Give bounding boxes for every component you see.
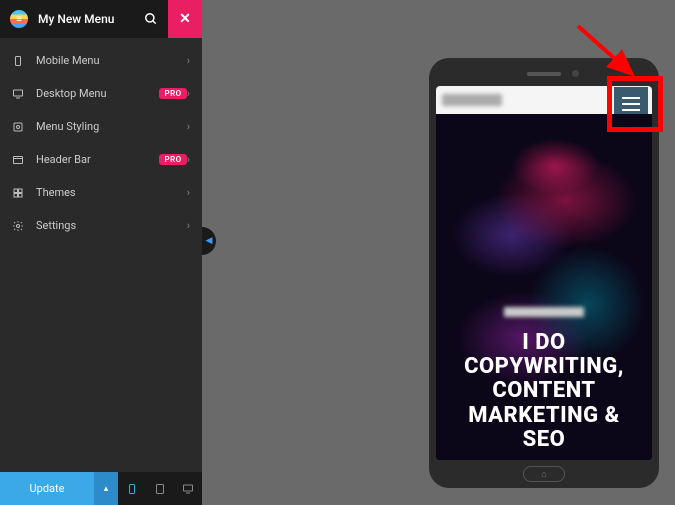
device-desktop-button[interactable] — [174, 472, 202, 505]
device-switcher — [118, 472, 202, 505]
pro-badge: PRO — [159, 88, 186, 99]
chevron-right-icon: › — [187, 87, 190, 100]
hero-line: CONTENT — [492, 378, 595, 403]
desktop-icon — [12, 88, 30, 100]
hero-line: MARKETING & — [468, 403, 620, 428]
phone-speaker — [527, 72, 561, 76]
sidebar-footer: Update ▴ — [0, 472, 202, 505]
update-dropdown-toggle[interactable]: ▴ — [94, 472, 118, 505]
settings-sidebar: ≡ My New Menu ✕ Mobile Menu › Desktop Me… — [0, 0, 202, 505]
device-tablet-button[interactable] — [146, 472, 174, 505]
phone-screen: I DO COPYWRITING, CONTENT MARKETING & SE… — [436, 86, 652, 460]
hero-subtitle-blurred — [504, 307, 584, 317]
chevron-right-icon: › — [187, 54, 190, 67]
menu-item-label: Header Bar — [36, 153, 153, 166]
site-logo-blurred — [442, 94, 502, 106]
collapse-sidebar-tab[interactable]: ◀ — [202, 227, 216, 255]
panel-title: My New Menu — [38, 12, 134, 26]
hero-line: I DO — [522, 330, 565, 355]
phone-home-button[interactable]: ⌂ — [523, 466, 565, 482]
hero-text: I DO COPYWRITING, CONTENT MARKETING & SE… — [436, 307, 652, 452]
chevron-right-icon: › — [187, 153, 190, 166]
close-button[interactable]: ✕ — [168, 0, 202, 38]
pro-badge: PRO — [159, 154, 186, 165]
menu-item-themes[interactable]: Themes › — [0, 176, 202, 209]
menu-item-mobile-menu[interactable]: Mobile Menu › — [0, 44, 202, 77]
hero-section: I DO COPYWRITING, CONTENT MARKETING & SE… — [436, 114, 652, 460]
site-header — [436, 86, 652, 114]
chevron-right-icon: › — [187, 186, 190, 199]
menu-item-label: Menu Styling — [36, 120, 187, 133]
menu-item-desktop-menu[interactable]: Desktop Menu PRO › — [0, 77, 202, 110]
phone-preview: I DO COPYWRITING, CONTENT MARKETING & SE… — [429, 58, 659, 488]
update-button[interactable]: Update — [0, 472, 94, 505]
gear-icon — [12, 220, 30, 232]
menu-item-label: Mobile Menu — [36, 54, 187, 67]
app-logo: ≡ — [0, 10, 38, 28]
sidebar-header: ≡ My New Menu ✕ — [0, 0, 202, 38]
chevron-right-icon: › — [187, 219, 190, 232]
phone-camera — [572, 70, 579, 77]
menu-item-label: Themes — [36, 186, 187, 199]
device-mobile-button[interactable] — [118, 472, 146, 505]
search-icon[interactable] — [134, 12, 168, 26]
mobile-icon — [12, 55, 30, 67]
chevron-right-icon: › — [187, 120, 190, 133]
hero-line: SEO — [523, 427, 566, 452]
menu-item-label: Desktop Menu — [36, 87, 153, 100]
menu-list: Mobile Menu › Desktop Menu PRO › Menu St… — [0, 38, 202, 472]
menu-item-menu-styling[interactable]: Menu Styling › — [0, 110, 202, 143]
hero-line: COPYWRITING, — [464, 354, 624, 379]
styling-icon — [12, 121, 30, 133]
phone-frame: I DO COPYWRITING, CONTENT MARKETING & SE… — [429, 58, 659, 488]
menu-item-label: Settings — [36, 219, 187, 232]
menu-item-settings[interactable]: Settings › — [0, 209, 202, 242]
themes-icon — [12, 187, 30, 199]
header-icon — [12, 154, 30, 166]
menu-item-header-bar[interactable]: Header Bar PRO › — [0, 143, 202, 176]
